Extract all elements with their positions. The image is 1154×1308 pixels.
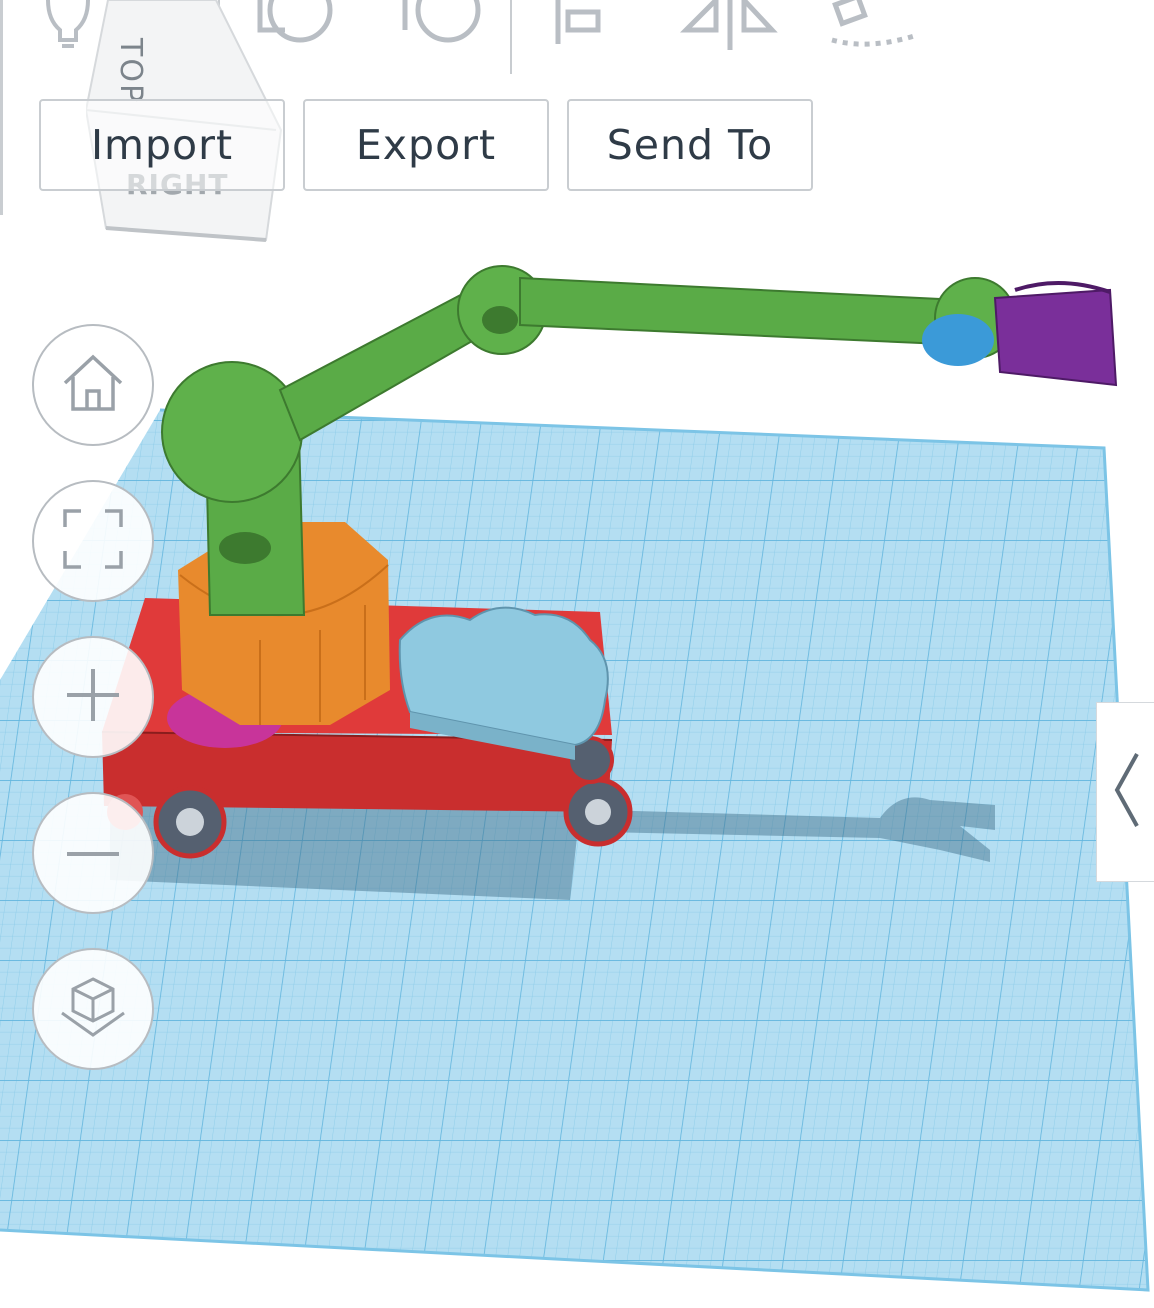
home-view-button[interactable] <box>32 324 154 446</box>
zoom-in-button[interactable] <box>32 636 154 758</box>
side-panel-toggle[interactable] <box>1096 702 1154 882</box>
mirror-icon[interactable] <box>679 0 780 55</box>
export-button[interactable]: Export <box>303 99 549 191</box>
ortho-view-button[interactable] <box>32 948 154 1070</box>
toolbar-divider <box>510 0 512 74</box>
chevron-left-icon <box>1111 750 1141 834</box>
viewcube-top-label: TOP <box>113 38 148 105</box>
ortho-view-icon <box>58 975 128 1043</box>
fit-all-button[interactable] <box>32 480 154 602</box>
import-button[interactable]: Import <box>39 99 285 191</box>
circle-shape-icon[interactable] <box>400 0 490 50</box>
fit-all-icon <box>63 509 123 573</box>
group-icon[interactable] <box>828 0 923 55</box>
zoom-out-button[interactable] <box>32 792 154 914</box>
send-to-button[interactable]: Send To <box>567 99 813 191</box>
align-icon[interactable] <box>552 0 612 50</box>
left-edge-divider <box>0 0 3 215</box>
zoom-in-icon <box>65 667 121 727</box>
home-view-icon <box>61 353 125 417</box>
gripper[interactable] <box>993 281 1118 387</box>
zoom-out-icon <box>65 844 121 863</box>
ball-shape[interactable] <box>922 314 994 366</box>
